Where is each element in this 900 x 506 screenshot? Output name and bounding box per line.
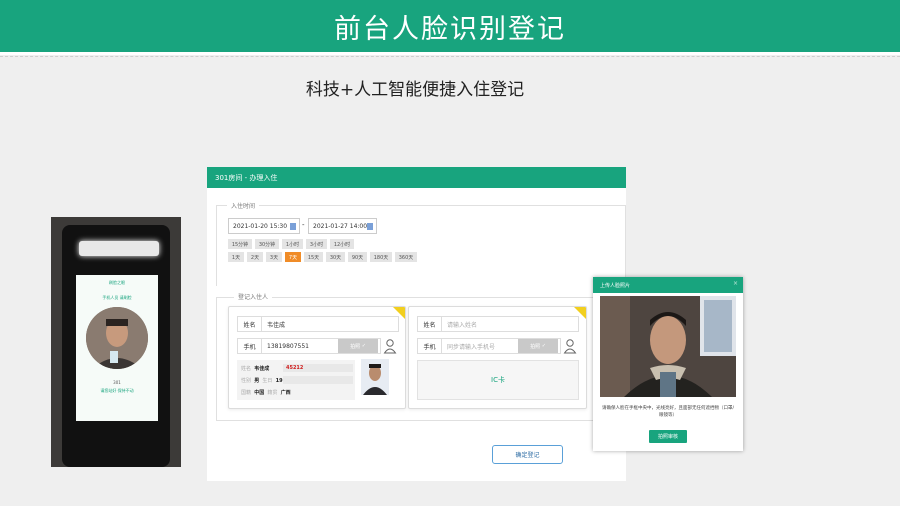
id-portrait-icon: [361, 359, 389, 395]
device-footer-text: 请您站好 保持不动: [100, 388, 134, 393]
guest1-name-input[interactable]: 韦佳成: [267, 317, 285, 331]
info-name-label: 姓名: [241, 366, 252, 372]
duration-3h[interactable]: 3小时: [306, 239, 327, 249]
device-fill-light: [79, 241, 159, 256]
device-screen: 刷脸之眼 手机人员 请刷脸 301 请您站好 保持不动: [76, 275, 158, 421]
duration-30d[interactable]: 30天: [326, 252, 345, 262]
device-body: 刷脸之眼 手机人员 请刷脸 301 请您站好 保持不动: [62, 225, 170, 467]
duration-12h[interactable]: 12小时: [330, 239, 354, 249]
info-birth-label: 生日: [262, 378, 273, 384]
info-nation-label: 国籍: [241, 390, 252, 396]
guest-legend: 登记入住人: [234, 292, 273, 301]
guest1-phone-label: 手机: [238, 339, 262, 353]
guest2-photo-label: 拍照: [530, 343, 541, 350]
calendar-icon[interactable]: [367, 223, 373, 230]
confirm-register-button[interactable]: 确定登记: [492, 445, 563, 464]
capture-review-button[interactable]: 拍照审核: [649, 430, 687, 443]
guest1-id-info: 姓名 韦佳成 45212 性别 男 生日 19 国籍 中国 籍贯 广西: [237, 360, 355, 400]
device-room-number: 301: [113, 380, 121, 385]
banner: 前台人脸识别登记: [0, 0, 900, 52]
guest1-name-row: 姓名 韦佳成: [237, 316, 399, 332]
duration-2d[interactable]: 2天: [247, 252, 263, 262]
start-date-value: 2021-01-20 15:30: [233, 222, 288, 230]
close-icon[interactable]: ×: [733, 280, 738, 287]
banner-dashed-divider: [0, 56, 900, 57]
dialog-header: 上传人脸照片 ×: [593, 277, 743, 293]
info-nation-value: 中国: [254, 390, 265, 396]
info-place-value: 广西: [280, 390, 291, 396]
dialog-tip: 请确保人脸在手框中央中，光线亮好，且面部无任何遮挡物（口罩/眼镜等）: [601, 406, 734, 418]
upload-face-dialog: 上传人脸照片 × 请确保人脸在手框中央中，光线亮好，且面部无任何遮挡物（口罩/眼…: [593, 277, 743, 451]
guest1-phone-row: 手机 13819807551 拍照 ✓: [237, 338, 381, 354]
start-date-input[interactable]: 2021-01-20 15:30: [228, 218, 300, 234]
user-icon[interactable]: [563, 338, 577, 354]
guest2-name-label: 姓名: [418, 317, 442, 331]
guest-card-2: 姓名 请输入姓名 手机 同步请输入手机号 拍照 ✓ IC卡: [408, 306, 587, 409]
duration-90d[interactable]: 90天: [348, 252, 367, 262]
ic-card-label: IC卡: [491, 376, 505, 384]
guest1-id-photo: [361, 359, 389, 395]
info-place-label: 籍贯: [267, 390, 278, 396]
duration-3d[interactable]: 3天: [266, 252, 282, 262]
end-date-value: 2021-01-27 14:00: [313, 222, 368, 230]
check-icon: ✓: [360, 343, 366, 349]
duration-180d[interactable]: 180天: [370, 252, 392, 262]
info-id-value: 45212: [286, 365, 304, 371]
face-device-photo: 刷脸之眼 手机人员 请刷脸 301 请您站好 保持不动: [51, 217, 181, 467]
birth-field: [283, 376, 353, 384]
duration-15d[interactable]: 15天: [304, 252, 323, 262]
guest2-phone-label: 手机: [418, 339, 442, 353]
info-gender-value: 男: [254, 378, 260, 384]
calendar-icon[interactable]: [290, 223, 296, 230]
guest1-photo-label: 拍照: [350, 343, 361, 350]
guest2-phone-row: 手机 同步请输入手机号 拍照 ✓: [417, 338, 561, 354]
window-title: 301房间 - 办理入住: [207, 167, 626, 188]
guest1-photo-button[interactable]: 拍照 ✓: [338, 339, 378, 353]
check-icon: ✓: [540, 343, 546, 349]
guest1-name-label: 姓名: [238, 317, 262, 331]
subtitle: 科技+人工智能便捷入住登记: [305, 80, 525, 100]
face-avatar-icon: [86, 307, 148, 369]
checkin-time-legend: 入住时间: [227, 201, 260, 210]
guest1-phone-input[interactable]: 13819807551: [267, 339, 309, 353]
duration-15min[interactable]: 15分钟: [228, 239, 252, 249]
info-gender-label: 性别: [241, 378, 252, 384]
device-screen-title: 刷脸之眼: [109, 280, 125, 285]
device-face-circle: [86, 307, 148, 369]
guest2-photo-button[interactable]: 拍照 ✓: [518, 339, 558, 353]
guest2-phone-input[interactable]: 同步请输入手机号: [447, 339, 495, 353]
guest-card-1: 姓名 韦佳成 手机 13819807551 拍照 ✓ 姓名 韦佳成 45212 …: [228, 306, 406, 409]
face-capture-icon: [600, 296, 736, 397]
duration-30min[interactable]: 30分钟: [255, 239, 279, 249]
guest2-name-row: 姓名 请输入姓名: [417, 316, 579, 332]
device-hint: 手机人员 请刷脸: [102, 295, 132, 300]
user-icon[interactable]: [383, 338, 397, 354]
checkin-window: 301房间 - 办理入住 入住时间 2021-01-20 15:30 - 202…: [207, 167, 626, 481]
confirm-register-label: 确定登记: [515, 452, 540, 459]
duration-1d[interactable]: 1天: [228, 252, 244, 262]
duration-360d[interactable]: 360天: [395, 252, 417, 262]
date-separator: -: [302, 221, 305, 229]
ic-card-button[interactable]: IC卡: [417, 360, 579, 400]
banner-divider: [0, 52, 900, 55]
guest2-name-input[interactable]: 请输入姓名: [447, 317, 477, 331]
banner-title: 前台人脸识别登记: [334, 13, 566, 45]
duration-1h[interactable]: 1小时: [282, 239, 303, 249]
duration-7d[interactable]: 7天: [285, 252, 301, 262]
end-date-input[interactable]: 2021-01-27 14:00: [308, 218, 377, 234]
capture-review-label: 拍照审核: [657, 434, 678, 440]
info-birth-value: 19: [275, 378, 283, 384]
info-name-value: 韦佳成: [254, 366, 270, 372]
dialog-title: 上传人脸照片: [600, 282, 631, 289]
face-capture-preview: [600, 296, 736, 397]
